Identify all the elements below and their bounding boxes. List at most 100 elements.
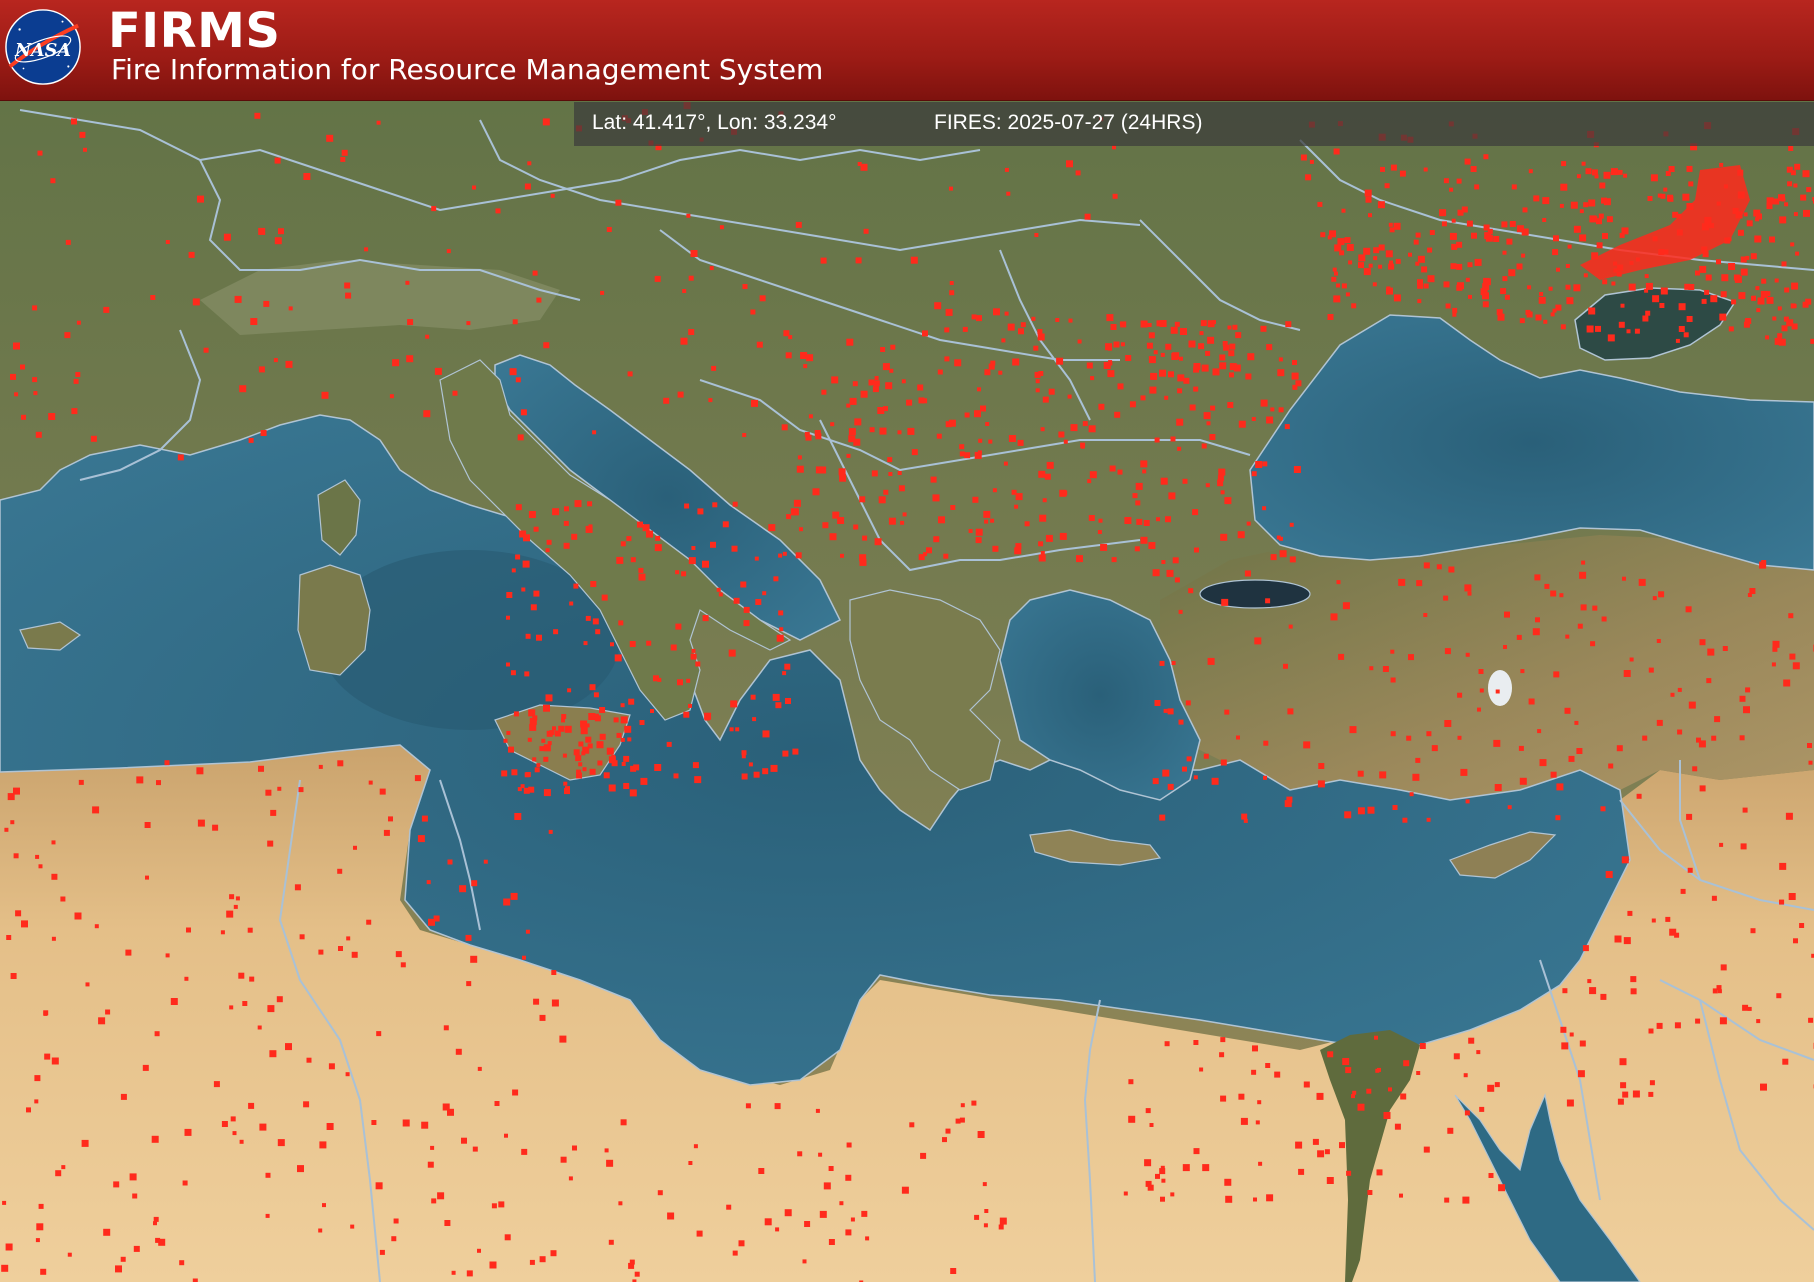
- fire-marker[interactable]: [1504, 611, 1510, 618]
- fire-marker[interactable]: [782, 551, 787, 556]
- fire-marker[interactable]: [1349, 726, 1357, 734]
- fire-marker[interactable]: [1228, 350, 1235, 357]
- fire-marker[interactable]: [850, 1217, 855, 1222]
- fire-marker[interactable]: [909, 1122, 915, 1128]
- fire-marker[interactable]: [681, 571, 687, 577]
- fire-marker[interactable]: [1652, 295, 1660, 303]
- fire-marker[interactable]: [1687, 867, 1693, 873]
- fire-marker[interactable]: [1704, 289, 1710, 295]
- fire-marker[interactable]: [1285, 321, 1292, 328]
- fire-marker[interactable]: [688, 329, 695, 335]
- fire-marker[interactable]: [1728, 263, 1736, 270]
- fire-marker[interactable]: [542, 118, 550, 126]
- fire-marker[interactable]: [770, 764, 778, 772]
- fire-marker[interactable]: [709, 266, 714, 271]
- fire-marker[interactable]: [1332, 267, 1337, 272]
- fire-marker[interactable]: [425, 334, 430, 339]
- fire-marker[interactable]: [269, 1050, 277, 1058]
- fire-marker[interactable]: [1699, 785, 1706, 792]
- fire-marker[interactable]: [506, 615, 510, 620]
- fire-marker[interactable]: [959, 451, 965, 457]
- fire-marker[interactable]: [1210, 405, 1216, 411]
- fire-marker[interactable]: [702, 560, 709, 568]
- fire-marker[interactable]: [1660, 287, 1668, 295]
- fire-marker[interactable]: [1177, 446, 1182, 451]
- fire-marker[interactable]: [1601, 197, 1607, 204]
- fire-marker[interactable]: [1731, 299, 1737, 305]
- fire-marker[interactable]: [1771, 662, 1776, 667]
- fire-marker[interactable]: [759, 295, 766, 302]
- fire-marker[interactable]: [1014, 504, 1019, 509]
- fire-marker[interactable]: [1447, 1127, 1454, 1134]
- fire-marker[interactable]: [13, 853, 19, 859]
- fire-marker[interactable]: [1393, 294, 1401, 302]
- fire-marker[interactable]: [1552, 308, 1557, 313]
- fire-marker[interactable]: [265, 789, 272, 796]
- fire-marker[interactable]: [1317, 780, 1325, 788]
- fire-marker[interactable]: [1426, 731, 1432, 737]
- fire-marker[interactable]: [1357, 807, 1365, 815]
- fire-marker[interactable]: [1427, 247, 1433, 253]
- fire-marker[interactable]: [1444, 648, 1451, 655]
- fire-marker[interactable]: [1159, 369, 1166, 377]
- fire-marker[interactable]: [1483, 154, 1489, 160]
- fire-marker[interactable]: [1460, 768, 1468, 776]
- fire-marker[interactable]: [1277, 369, 1285, 377]
- fire-marker[interactable]: [1806, 187, 1812, 193]
- fire-marker[interactable]: [1645, 310, 1651, 316]
- fire-marker[interactable]: [545, 548, 550, 553]
- fire-marker[interactable]: [1265, 598, 1271, 604]
- fire-marker[interactable]: [196, 767, 204, 775]
- fire-marker[interactable]: [1327, 314, 1334, 320]
- fire-marker[interactable]: [977, 1131, 985, 1138]
- fire-marker[interactable]: [1413, 239, 1419, 245]
- fire-marker[interactable]: [1375, 1068, 1380, 1073]
- fire-marker[interactable]: [955, 1118, 961, 1124]
- fire-marker[interactable]: [1610, 168, 1618, 176]
- fire-marker[interactable]: [784, 663, 791, 670]
- fire-marker[interactable]: [1188, 588, 1194, 594]
- fire-marker[interactable]: [1120, 342, 1125, 347]
- fire-marker[interactable]: [1229, 372, 1234, 378]
- fire-marker[interactable]: [318, 1228, 323, 1233]
- fire-marker[interactable]: [971, 314, 977, 320]
- fire-marker[interactable]: [696, 1230, 703, 1237]
- fire-marker[interactable]: [693, 1144, 698, 1149]
- fire-marker[interactable]: [550, 193, 555, 198]
- fire-marker[interactable]: [1788, 613, 1794, 619]
- fire-marker[interactable]: [36, 1223, 44, 1231]
- fire-marker[interactable]: [306, 1057, 312, 1063]
- fire-marker[interactable]: [1188, 340, 1196, 348]
- fire-marker[interactable]: [1760, 1083, 1767, 1091]
- fire-marker[interactable]: [71, 118, 77, 125]
- fire-marker[interactable]: [1761, 560, 1767, 565]
- fire-marker[interactable]: [153, 1216, 159, 1222]
- fire-marker[interactable]: [654, 764, 662, 771]
- fire-marker[interactable]: [427, 1161, 434, 1168]
- fire-marker[interactable]: [959, 444, 965, 450]
- fire-marker[interactable]: [73, 378, 79, 384]
- fire-marker[interactable]: [627, 737, 632, 742]
- fire-marker[interactable]: [1465, 799, 1470, 804]
- fire-marker[interactable]: [654, 544, 662, 552]
- fire-marker[interactable]: [1719, 1017, 1727, 1025]
- fire-marker[interactable]: [611, 754, 616, 759]
- fire-marker[interactable]: [1784, 287, 1790, 293]
- fire-marker[interactable]: [1220, 490, 1225, 495]
- fire-marker[interactable]: [1174, 577, 1180, 583]
- fire-marker[interactable]: [1648, 667, 1654, 673]
- fire-marker[interactable]: [1161, 1178, 1166, 1183]
- fire-marker[interactable]: [520, 409, 527, 416]
- fire-marker[interactable]: [781, 424, 788, 431]
- fire-marker[interactable]: [532, 270, 538, 276]
- fire-marker[interactable]: [937, 369, 943, 375]
- fire-marker[interactable]: [1390, 731, 1396, 737]
- fire-marker[interactable]: [1582, 945, 1589, 952]
- fire-marker[interactable]: [1719, 162, 1724, 167]
- fire-marker[interactable]: [620, 716, 628, 724]
- fire-marker[interactable]: [1038, 541, 1044, 547]
- fire-marker[interactable]: [74, 912, 82, 920]
- fire-marker[interactable]: [984, 369, 991, 376]
- fire-marker[interactable]: [1117, 383, 1124, 390]
- fire-marker[interactable]: [455, 1048, 462, 1055]
